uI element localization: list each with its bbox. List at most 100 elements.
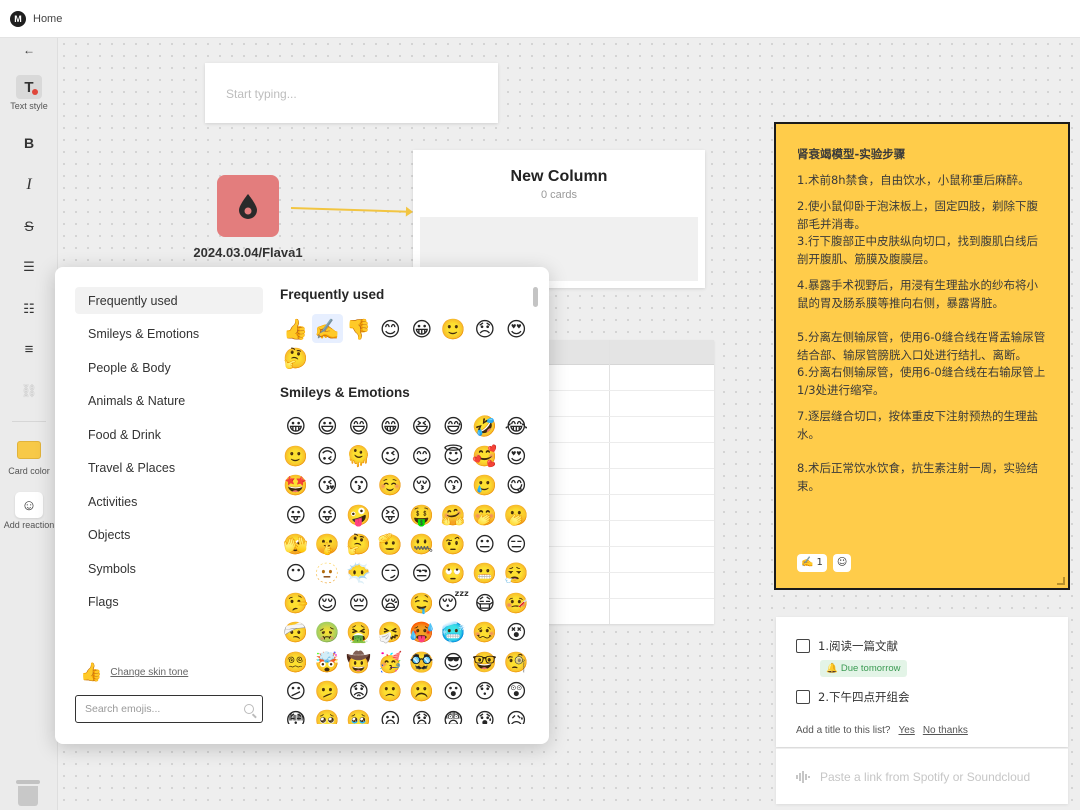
- emoji-option[interactable]: 😙: [438, 471, 470, 500]
- emoji-option[interactable]: 😞: [469, 314, 501, 343]
- todo-checkbox[interactable]: [796, 690, 810, 704]
- emoji-option[interactable]: 😏: [375, 559, 407, 588]
- emoji-option[interactable]: 🤓: [469, 647, 501, 676]
- emoji-option[interactable]: 😨: [438, 706, 470, 724]
- emoji-option[interactable]: 🙄: [438, 559, 470, 588]
- skin-tone-control[interactable]: 👍 Change skin tone: [80, 662, 188, 683]
- emoji-option[interactable]: 🤐: [406, 529, 438, 558]
- emoji-option[interactable]: 🤣: [469, 412, 501, 441]
- emoji-option[interactable]: 😍: [501, 441, 533, 470]
- emoji-option[interactable]: 😘: [312, 471, 344, 500]
- emoji-option[interactable]: 😰: [469, 706, 501, 724]
- emoji-option[interactable]: 😕: [280, 676, 312, 705]
- emoji-option[interactable]: 🤔: [343, 529, 375, 558]
- emoji-option[interactable]: 🤕: [280, 618, 312, 647]
- emoji-option[interactable]: 🙁: [375, 676, 407, 705]
- category-objects[interactable]: Objects: [75, 522, 263, 549]
- emoji-option[interactable]: 👍: [280, 314, 312, 343]
- emoji-option[interactable]: 😌: [312, 588, 344, 617]
- emoji-option[interactable]: 😥: [501, 706, 533, 724]
- category-animals-nature[interactable]: Animals & Nature: [75, 388, 263, 415]
- emoji-option[interactable]: 😬: [469, 559, 501, 588]
- numbered-list-button[interactable]: ☷: [0, 299, 58, 319]
- category-smileys-emotions[interactable]: Smileys & Emotions: [75, 321, 263, 348]
- emoji-option[interactable]: 🤤: [406, 588, 438, 617]
- emoji-option[interactable]: 😶‍🌫️: [343, 559, 375, 588]
- emoji-option[interactable]: 🤫: [312, 529, 344, 558]
- emoji-option[interactable]: 😍: [501, 314, 533, 343]
- emoji-search-input[interactable]: [85, 703, 225, 715]
- emoji-option[interactable]: 🥰: [469, 441, 501, 470]
- emoji-option[interactable]: 👎: [343, 314, 375, 343]
- resize-handle[interactable]: [1057, 577, 1065, 585]
- emoji-option[interactable]: 😔: [343, 588, 375, 617]
- emoji-option[interactable]: 🧐: [501, 647, 533, 676]
- add-reaction-button[interactable]: ☺ Add reaction: [0, 492, 58, 530]
- board-card[interactable]: [217, 175, 279, 237]
- emoji-option[interactable]: 😎: [438, 647, 470, 676]
- emoji-option[interactable]: 😀: [280, 412, 312, 441]
- audio-link-card[interactable]: Paste a link from Spotify or Soundcloud: [776, 748, 1068, 804]
- trash-icon[interactable]: [16, 780, 40, 806]
- emoji-option[interactable]: 🤩: [280, 471, 312, 500]
- emoji-option[interactable]: 🤧: [375, 618, 407, 647]
- strikethrough-button[interactable]: S: [0, 216, 58, 236]
- emoji-option[interactable]: 😷: [469, 588, 501, 617]
- emoji-option[interactable]: 🫠: [343, 441, 375, 470]
- link-button[interactable]: ⛓: [0, 381, 58, 401]
- emoji-option[interactable]: 😊: [375, 314, 407, 343]
- note-step[interactable]: 4.暴露手术视野后，用浸有生理盐水的纱布将小鼠的胃及肠系膜等推向右侧，暴露肾脏。: [797, 277, 1048, 312]
- emoji-option[interactable]: 😂: [501, 412, 533, 441]
- emoji-option[interactable]: 😆: [406, 412, 438, 441]
- emoji-option[interactable]: 😲: [501, 676, 533, 705]
- emoji-option[interactable]: 😐: [469, 529, 501, 558]
- emoji-option[interactable]: 🤪: [343, 500, 375, 529]
- emoji-option[interactable]: 🤭: [469, 500, 501, 529]
- emoji-option[interactable]: 🤒: [501, 588, 533, 617]
- column-title[interactable]: New Column: [413, 168, 705, 186]
- emoji-option[interactable]: 😋: [501, 471, 533, 500]
- emoji-option[interactable]: 🤠: [343, 647, 375, 676]
- emoji-option[interactable]: 🫣: [280, 529, 312, 558]
- emoji-option[interactable]: 🫡: [375, 529, 407, 558]
- emoji-option[interactable]: 😳: [280, 706, 312, 724]
- app-logo-icon[interactable]: M: [10, 10, 26, 27]
- emoji-option[interactable]: 😚: [406, 471, 438, 500]
- emoji-option[interactable]: 🤯: [312, 647, 344, 676]
- emoji-option[interactable]: 🥺: [312, 706, 344, 724]
- emoji-option[interactable]: 😗: [343, 471, 375, 500]
- emoji-option[interactable]: 😮‍💨: [501, 559, 533, 588]
- emoji-option[interactable]: 🥹: [343, 706, 375, 724]
- emoji-option[interactable]: 😛: [280, 500, 312, 529]
- align-button[interactable]: ≡: [0, 340, 58, 360]
- emoji-list-scrollbar[interactable]: [533, 287, 538, 307]
- todo-card[interactable]: 1.阅读一篇文献 🔔 Due tomorrow 2.下午四点开组会 Add a …: [776, 617, 1068, 747]
- emoji-option[interactable]: 😵‍💫: [280, 647, 312, 676]
- emoji-option[interactable]: 😁: [375, 412, 407, 441]
- board-label[interactable]: 2024.03.04/Flava1: [175, 245, 321, 260]
- emoji-option[interactable]: 😯: [469, 676, 501, 705]
- category-flags[interactable]: Flags: [75, 589, 263, 616]
- collapse-toolbar-button[interactable]: ←: [0, 40, 58, 60]
- note-step[interactable]: 3.行下腹部正中皮肤纵向切口，找到腹肌白线后剖开腹肌、筋膜及腹膜层。: [797, 233, 1048, 268]
- emoji-option[interactable]: 😇: [438, 441, 470, 470]
- due-badge[interactable]: 🔔 Due tomorrow: [820, 660, 907, 677]
- emoji-option[interactable]: ✍️: [311, 314, 343, 344]
- list-title-yes-link[interactable]: Yes: [899, 725, 915, 736]
- emoji-option[interactable]: 😜: [312, 500, 344, 529]
- category-activities[interactable]: Activities: [75, 488, 263, 515]
- emoji-option[interactable]: 😮: [438, 676, 470, 705]
- emoji-search-box[interactable]: [75, 695, 263, 723]
- emoji-option[interactable]: 😄: [343, 412, 375, 441]
- emoji-option[interactable]: 😝: [375, 500, 407, 529]
- todo-item[interactable]: 1.阅读一篇文献: [796, 638, 898, 654]
- emoji-option[interactable]: 😀: [406, 314, 438, 343]
- table-card[interactable]: [545, 340, 714, 624]
- emoji-option[interactable]: 🥸: [406, 647, 438, 676]
- text-style-button[interactable]: T Text style: [0, 75, 58, 111]
- selected-note-card[interactable]: 肾衰竭模型-实验步骤 1.术前8h禁食，自由饮水，小鼠称重后麻醉。 2.使小鼠仰…: [774, 122, 1070, 590]
- todo-label[interactable]: 2.下午四点开组会: [818, 689, 909, 705]
- card-color-button[interactable]: Card color: [0, 441, 58, 476]
- emoji-option[interactable]: 🙂: [438, 314, 470, 343]
- emoji-option[interactable]: 🙃: [312, 441, 344, 470]
